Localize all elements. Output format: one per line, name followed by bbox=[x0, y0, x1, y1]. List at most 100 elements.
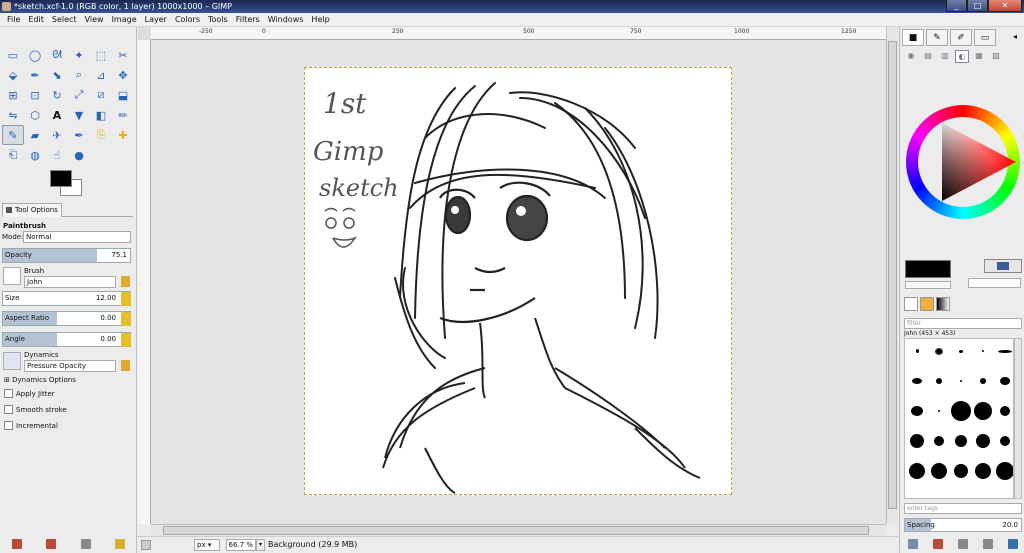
delete-options-icon[interactable] bbox=[80, 538, 91, 549]
brush-scrollbar[interactable] bbox=[1014, 338, 1022, 499]
current-color-swatch[interactable] bbox=[905, 260, 951, 278]
vertical-scrollbar[interactable] bbox=[886, 27, 898, 524]
delete-brush-button[interactable] bbox=[982, 538, 993, 549]
smudge-icon[interactable]: ☝ bbox=[46, 145, 68, 165]
zoom-dropdown-button[interactable]: ▾ bbox=[256, 539, 265, 551]
tab-color-cmyk[interactable]: ▤ bbox=[921, 50, 935, 63]
menu-layer[interactable]: Layer bbox=[141, 13, 171, 26]
brush-preview-cell[interactable] bbox=[996, 462, 1013, 480]
perspective-clone-icon[interactable]: ⎗ bbox=[2, 145, 24, 165]
edit-brush-button[interactable] bbox=[907, 538, 918, 549]
save-options-icon[interactable] bbox=[12, 538, 23, 549]
quick-mask-corner[interactable] bbox=[138, 27, 151, 40]
unit-select[interactable]: px ▾ bbox=[194, 539, 220, 551]
bucket-fill-icon[interactable]: ▼ bbox=[68, 105, 90, 125]
brush-preview-cell[interactable] bbox=[912, 378, 922, 384]
brush-preview-cell[interactable] bbox=[938, 410, 940, 412]
tab-paths[interactable]: ✎ bbox=[926, 29, 948, 46]
menu-filters[interactable]: Filters bbox=[232, 13, 264, 26]
menu-tools[interactable]: Tools bbox=[204, 13, 232, 26]
color-wheel[interactable] bbox=[906, 105, 1020, 219]
brush-preview-cell[interactable] bbox=[982, 350, 984, 352]
brush-preview-cell[interactable] bbox=[1000, 436, 1010, 446]
brush-preview-cell[interactable] bbox=[959, 349, 963, 353]
brush-preview-cell[interactable] bbox=[955, 435, 967, 447]
tab-brushes[interactable] bbox=[904, 297, 918, 311]
dock-menu-icon[interactable]: ◂ bbox=[1013, 32, 1017, 41]
brush-preview-cell[interactable] bbox=[976, 434, 990, 448]
brush-preview-cell[interactable] bbox=[931, 463, 947, 479]
menu-file[interactable]: File bbox=[3, 13, 24, 26]
reset-options-icon[interactable] bbox=[114, 538, 125, 549]
eraser-icon[interactable]: ▰ bbox=[24, 125, 46, 145]
image-viewport[interactable]: 1st Gimp sketch bbox=[151, 40, 886, 524]
duplicate-brush-button[interactable] bbox=[957, 538, 968, 549]
sketch-canvas[interactable]: 1st Gimp sketch bbox=[304, 67, 732, 495]
previous-color-swatch[interactable] bbox=[905, 281, 951, 289]
heal-icon[interactable]: ✚ bbox=[112, 125, 134, 145]
hex-color-field[interactable] bbox=[968, 278, 1021, 288]
brush-preview-cell[interactable] bbox=[974, 402, 992, 420]
flip-icon[interactable]: ⇋ bbox=[2, 105, 24, 125]
menu-edit[interactable]: Edit bbox=[24, 13, 48, 26]
maximize-button[interactable]: □ bbox=[967, 0, 988, 12]
zoom-field[interactable]: 66.7 % bbox=[226, 539, 256, 551]
airbrush-icon[interactable]: ✈ bbox=[46, 125, 68, 145]
scissors-icon[interactable]: ✂ bbox=[112, 45, 134, 65]
size-slider[interactable]: Size 12.00 bbox=[2, 291, 131, 306]
fg-bg-colors[interactable] bbox=[48, 167, 88, 199]
foreground-select-icon[interactable]: ⬙ bbox=[2, 65, 24, 85]
refresh-brushes-button[interactable] bbox=[1007, 538, 1018, 549]
menu-windows[interactable]: Windows bbox=[264, 13, 308, 26]
horizontal-scrollbar[interactable] bbox=[151, 524, 886, 536]
fuzzy-select-icon[interactable]: ✦ bbox=[68, 45, 90, 65]
brush-preview-cell[interactable] bbox=[935, 347, 943, 355]
rect-select-icon[interactable]: ▭ bbox=[2, 45, 24, 65]
color-picker-icon[interactable]: ⬊ bbox=[46, 65, 68, 85]
color-picker-button[interactable] bbox=[984, 259, 1022, 273]
new-brush-button[interactable] bbox=[932, 538, 943, 549]
tab-gradients[interactable] bbox=[936, 297, 950, 311]
brush-preview-cell[interactable] bbox=[960, 380, 962, 382]
brush-spacing-slider[interactable]: Spacing 20.0 bbox=[904, 518, 1022, 532]
clone-icon[interactable]: ⎘ bbox=[90, 125, 112, 145]
brush-preview-cell[interactable] bbox=[936, 378, 942, 384]
color-triangle[interactable] bbox=[906, 105, 1020, 219]
vertical-scroll-thumb[interactable] bbox=[888, 41, 897, 509]
brush-preview-cell[interactable] bbox=[909, 463, 925, 479]
ink-icon[interactable]: ✒ bbox=[68, 125, 90, 145]
blend-icon[interactable]: ◧ bbox=[90, 105, 112, 125]
brush-preview-cell[interactable] bbox=[998, 349, 1012, 353]
aspect-ratio-slider[interactable]: Aspect Ratio 0.00 bbox=[2, 311, 131, 326]
apply-jitter-checkbox[interactable] bbox=[4, 389, 13, 398]
tab-color-wheel[interactable]: ◐ bbox=[955, 50, 969, 63]
brush-preview-cell[interactable] bbox=[954, 464, 968, 478]
move-icon[interactable]: ✥ bbox=[112, 65, 134, 85]
menu-view[interactable]: View bbox=[81, 13, 108, 26]
brush-preview-cell[interactable] bbox=[1000, 406, 1010, 416]
brush-preview-cell[interactable] bbox=[911, 406, 923, 416]
menu-select[interactable]: Select bbox=[48, 13, 81, 26]
angle-slider[interactable]: Angle 0.00 bbox=[2, 332, 131, 347]
zoom-icon[interactable]: ⌕ bbox=[68, 65, 90, 85]
foreground-color-swatch[interactable] bbox=[50, 170, 72, 187]
dynamics-icon[interactable] bbox=[3, 352, 21, 370]
color-select-icon[interactable]: ⬚ bbox=[90, 45, 112, 65]
align-icon[interactable]: ⊞ bbox=[2, 85, 24, 105]
brush-tags-input[interactable]: enter tags bbox=[904, 503, 1022, 514]
tab-images[interactable]: ▭ bbox=[974, 29, 996, 46]
tab-patterns[interactable] bbox=[920, 297, 934, 311]
vertical-ruler[interactable] bbox=[138, 40, 151, 524]
menu-image[interactable]: Image bbox=[108, 13, 141, 26]
restore-options-icon[interactable] bbox=[46, 538, 57, 549]
mode-select[interactable]: Normal bbox=[23, 231, 131, 243]
lasso-icon[interactable]: ᘛ bbox=[46, 45, 68, 65]
menu-help[interactable]: Help bbox=[307, 13, 333, 26]
shear-icon[interactable]: ⧄ bbox=[90, 85, 112, 105]
minimize-button[interactable]: _ bbox=[946, 0, 967, 12]
tab-brush-tool[interactable]: ✐ bbox=[950, 29, 972, 46]
crop-icon[interactable]: ⊡ bbox=[24, 85, 46, 105]
scale-icon[interactable]: ⤢ bbox=[68, 85, 90, 105]
dodge-burn-icon[interactable]: ● bbox=[68, 145, 90, 165]
smooth-stroke-checkbox[interactable] bbox=[4, 405, 13, 414]
